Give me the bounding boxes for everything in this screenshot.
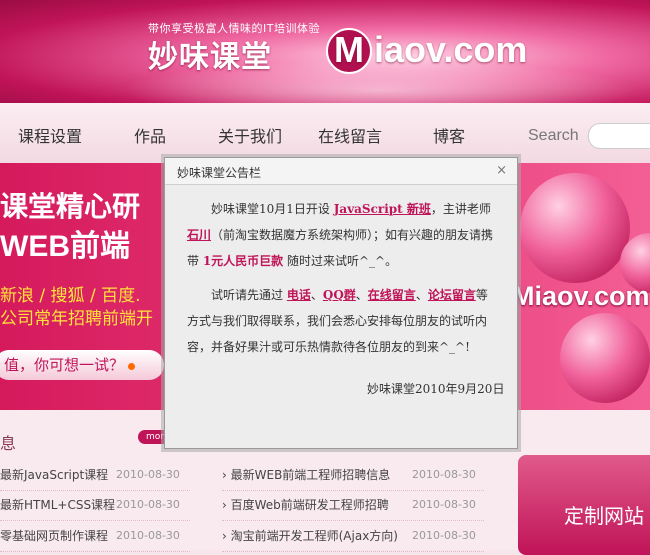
contact-qq-link[interactable]: QQ群 (323, 288, 356, 302)
announcement-paragraph-2: 试听请先通过 电话、QQ群、在线留言、论坛留言等方式与我们取得联系，我们会悉心安… (187, 282, 497, 360)
section-title: 息 (0, 434, 17, 453)
announcement-dialog: 妙味课堂公告栏 × 妙味课堂10月1日开设 JavaScript 新班，主讲老师… (164, 157, 518, 449)
main-nav: 课程设置 作品 关于我们 在线留言 博客 Search (0, 103, 650, 163)
site-header: 带你享受极富人情味的IT培训体验 妙味课堂 Miaov.com (0, 0, 650, 103)
list-item[interactable]: › 最新WEB前端工程师招聘信息 2010-08-30 (222, 460, 484, 491)
cta-dot-icon (128, 363, 136, 370)
news-title: 淘宝前端开发工程师(Ajax方向) (230, 529, 398, 543)
list-item[interactable]: › 百度Web前端研发工程师招聘 2010-08-30 (222, 490, 484, 521)
announcement-paragraph-1: 妙味课堂10月1日开设 JavaScript 新班，主讲老师石川（前淘宝数据魔方… (187, 196, 497, 274)
banner-partners: 新浪 / 搜狐 / 百度. (0, 286, 141, 306)
custom-website-label: 定制网站 (564, 504, 644, 528)
news-date: 2010-08-30 (412, 498, 476, 511)
search-input[interactable] (588, 123, 650, 149)
dialog-body: 妙味课堂10月1日开设 JavaScript 新班，主讲老师石川（前淘宝数据魔方… (187, 196, 497, 360)
separator: 、 (415, 288, 428, 302)
dialog-signature: 妙味课堂2010年9月20日 (367, 382, 505, 396)
search-label: Search (528, 127, 579, 144)
brand-name-cn: 妙味课堂 (148, 40, 272, 75)
news-title: 最新WEB前端工程师招聘信息 (230, 468, 391, 482)
chevron-right-icon: › (222, 468, 231, 482)
text: 试听请先通过 (211, 288, 287, 302)
teacher-link[interactable]: 石川 (187, 228, 211, 242)
banner-cta-button[interactable]: 值，你可想一试？ (0, 350, 164, 380)
text: 随时过来试听^_^。 (283, 254, 398, 268)
text: ，主讲老师 (430, 202, 491, 216)
brand-logo[interactable]: Miaov.com (326, 28, 527, 74)
list-item[interactable]: 零基础网页制作课程 2010-08-30 (0, 521, 190, 552)
banner-headline: 课堂精心研 (0, 190, 141, 223)
news-title: 最新HTML+CSS课程 (0, 498, 116, 512)
separator: 、 (310, 288, 323, 302)
contact-phone-link[interactable]: 电话 (287, 288, 311, 302)
news-date: 2010-08-30 (116, 468, 180, 481)
brand-logo-text: iaov.com (374, 29, 528, 70)
list-item[interactable]: 最新JavaScript课程 2010-08-30 (0, 460, 190, 491)
news-title: 零基础网页制作课程 (0, 529, 109, 543)
nav-item-messages[interactable]: 在线留言 (318, 123, 382, 147)
text: 妙味课堂10月1日开设 (211, 202, 334, 216)
nav-item-blog[interactable]: 博客 (433, 123, 465, 147)
decor-ball-icon (560, 313, 650, 403)
close-icon[interactable]: × (496, 163, 507, 178)
news-date: 2010-08-30 (116, 498, 180, 511)
news-date: 2010-08-30 (412, 529, 476, 542)
chevron-right-icon: › (222, 529, 231, 543)
dialog-header[interactable]: 妙味课堂公告栏 × (165, 158, 517, 185)
banner-cta-label: 值，你可想一试？ (4, 356, 125, 374)
chevron-right-icon: › (222, 498, 231, 512)
brand-logo-m: M (326, 28, 372, 74)
separator: 、 (355, 288, 368, 302)
banner-logo: Miaov.com (512, 281, 650, 311)
nav-item-about[interactable]: 关于我们 (218, 123, 282, 147)
list-item[interactable]: › 淘宝前端开发工程师(Ajax方向) 2010-08-30 (222, 521, 484, 552)
banner-hiring: 公司常年招聘前端开 (0, 309, 153, 329)
news-date: 2010-08-30 (412, 468, 476, 481)
contact-forum-link[interactable]: 论坛留言 (428, 288, 476, 302)
news-title: 最新JavaScript课程 (0, 468, 109, 482)
course-link[interactable]: JavaScript 新班 (334, 202, 431, 216)
news-date: 2010-08-30 (116, 529, 180, 542)
banner-subheadline: WEB前端 (0, 230, 130, 263)
nav-item-courses[interactable]: 课程设置 (18, 123, 82, 147)
list-item[interactable]: 最新HTML+CSS课程 2010-08-30 (0, 490, 190, 521)
news-title: 百度Web前端研发工程师招聘 (230, 498, 389, 512)
dialog-title: 妙味课堂公告栏 (177, 166, 262, 180)
decor-ball-icon (520, 173, 630, 283)
nav-item-works[interactable]: 作品 (134, 123, 166, 147)
fee-highlight: 1元人民币巨款 (202, 254, 284, 268)
custom-website-promo[interactable]: 定制网站 (518, 455, 650, 555)
contact-message-link[interactable]: 在线留言 (368, 288, 416, 302)
